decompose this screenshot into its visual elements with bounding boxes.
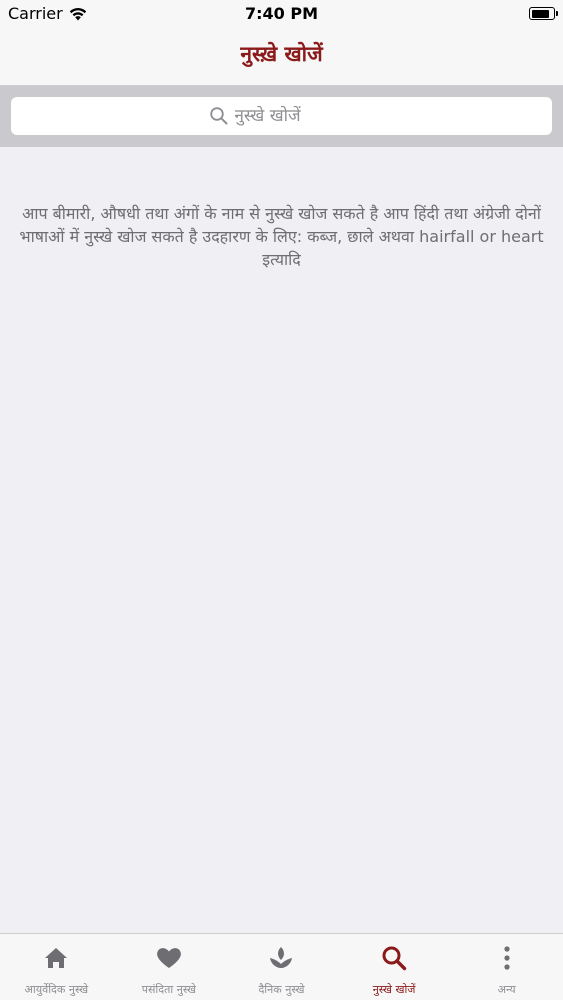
tab-more[interactable]: अन्य [450,934,563,1000]
tab-label: अन्य [497,983,516,996]
tab-label: आयुर्वेदिक नुस्खे [24,983,89,996]
app-root: Carrier 7:40 PM नुस्ख़े खोजें आप बीमारी,… [0,0,563,1000]
tab-label: पसंदिता नुस्खे [141,983,197,996]
battery-level-fill [531,9,550,18]
page-title: नुस्ख़े खोजें [240,42,323,66]
tab-label: नुस्खे खोजें [372,983,416,996]
tab-label: दैनिक नुस्खे [258,983,305,996]
battery-icon [529,7,558,20]
tab-search-remedies[interactable]: नुस्खे खोजें [338,934,451,1000]
navigation-bar: नुस्ख़े खोजें [0,30,563,86]
heart-icon [157,948,181,968]
tab-daily-remedies[interactable]: दैनिक नुस्खे [225,934,338,1000]
lotus-icon [270,947,293,968]
search-icon [382,946,407,971]
search-field[interactable] [11,97,552,135]
tab-ayurvedic-remedies[interactable]: आयुर्वेदिक नुस्खे [0,934,113,1000]
tab-bar: आयुर्वेदिक नुस्खे पसंदिता नुस्खे दैनिक न… [0,933,563,1000]
status-bar: Carrier 7:40 PM [0,0,563,30]
search-hint-text: आप बीमारी, औषधी तथा अंगों के नाम से नुस्… [19,204,544,269]
search-input[interactable] [234,106,355,126]
status-time: 7:40 PM [244,4,318,23]
tab-favorite-remedies[interactable]: पसंदिता नुस्खे [113,934,226,1000]
home-icon [45,948,68,968]
search-icon [209,107,227,125]
more-vertical-icon [504,946,510,970]
search-bar-container [0,86,563,147]
